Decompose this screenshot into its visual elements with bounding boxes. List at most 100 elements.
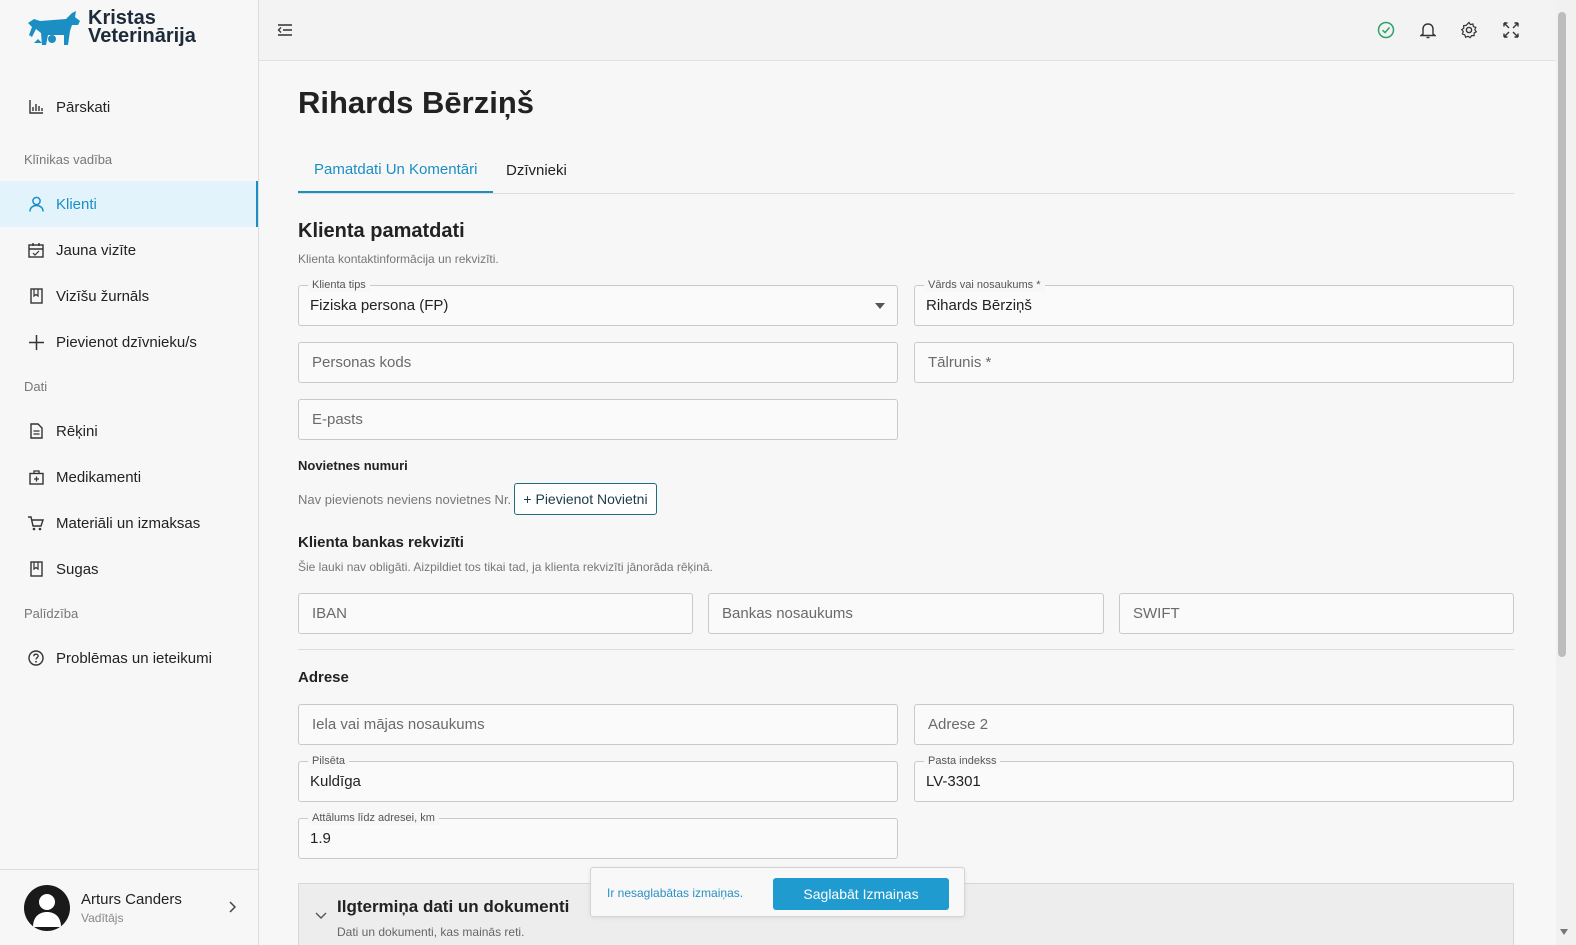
sidebar-item-label: Pievienot dzīvnieku/s bbox=[56, 333, 197, 351]
city-field[interactable]: Pilsēta Kuldīga bbox=[298, 754, 898, 802]
field-placeholder: Bankas nosaukums bbox=[722, 605, 853, 622]
sidebar-item-sugas[interactable]: Sugas bbox=[0, 546, 258, 592]
personal-code-field[interactable]: Personas kods bbox=[298, 342, 898, 383]
postal-code-field[interactable]: Pasta indekss LV-3301 bbox=[914, 754, 1514, 802]
chevron-right-icon[interactable] bbox=[228, 900, 237, 916]
client-type-select[interactable]: Klienta tips Fiziska persona (FP) bbox=[298, 278, 898, 326]
sidebar-item-materiali[interactable]: Materiāli un izmaksas bbox=[0, 500, 258, 546]
user-profile[interactable]: Arturs Canders Vadītājs bbox=[0, 869, 258, 945]
sidebar-item-klienti[interactable]: Klienti bbox=[0, 181, 258, 227]
main-content: Rihards Bērziņš Pamatdati Un Komentāri D… bbox=[259, 61, 1556, 945]
field-placeholder: E-pasts bbox=[312, 411, 363, 428]
sidebar-item-parskati[interactable]: Pārskati bbox=[0, 84, 258, 130]
client-name-field[interactable]: Vārds vai nosaukums * Rihards Bērziņš bbox=[914, 278, 1514, 326]
help-circle-icon bbox=[28, 650, 44, 666]
book-icon bbox=[28, 561, 44, 577]
save-button[interactable]: Saglabāt Izmaiņas bbox=[773, 878, 949, 910]
field-label: Pilsēta bbox=[308, 754, 350, 768]
user-name: Arturs Canders bbox=[81, 890, 182, 908]
tab-pamatdati[interactable]: Pamatdati Un Komentāri bbox=[298, 148, 494, 193]
sidebar-item-label: Rēķini bbox=[56, 422, 98, 440]
field-value: Fiziska persona (FP) bbox=[310, 297, 449, 314]
sidebar-item-label: Materiāli un izmaksas bbox=[56, 514, 201, 532]
address-title: Adrese bbox=[298, 669, 349, 686]
document-icon bbox=[28, 423, 44, 439]
cart-icon bbox=[28, 515, 44, 531]
street-field[interactable]: Iela vai mājas nosaukums bbox=[298, 704, 898, 745]
field-label: Klienta tips bbox=[308, 278, 370, 292]
section-data: Dati bbox=[24, 379, 48, 394]
menu-collapse-icon[interactable] bbox=[275, 20, 295, 40]
field-value: 1.9 bbox=[310, 830, 331, 847]
field-label: Pasta indekss bbox=[924, 754, 1001, 768]
sidebar-item-label: Pārskati bbox=[56, 98, 111, 116]
field-value: LV-3301 bbox=[926, 773, 981, 790]
medical-kit-icon bbox=[28, 469, 44, 485]
book-icon bbox=[28, 288, 44, 304]
field-value: Rihards Bērziņš bbox=[926, 297, 1032, 314]
email-field[interactable]: E-pasts bbox=[298, 399, 898, 440]
cow-logo-icon bbox=[28, 11, 80, 45]
tab-bar: Pamatdati Un Komentāri Dzīvnieki bbox=[298, 148, 1514, 194]
address2-field[interactable]: Adrese 2 bbox=[914, 704, 1514, 745]
field-placeholder: Tālrunis * bbox=[928, 354, 992, 371]
sidebar-item-label: Vizīšu žurnāls bbox=[56, 287, 150, 305]
page-title: Rihards Bērziņš bbox=[298, 85, 535, 120]
check-circle-icon[interactable] bbox=[1376, 20, 1396, 40]
field-label: Attālums līdz adresei, km bbox=[308, 811, 439, 825]
brand-line2: Veterinārija bbox=[88, 25, 196, 47]
bell-icon[interactable] bbox=[1418, 20, 1438, 40]
sidebar-item-medikamenti[interactable]: Medikamenti bbox=[0, 454, 258, 500]
tab-dzivnieki[interactable]: Dzīvnieki bbox=[490, 148, 583, 193]
scroll-down-arrow-icon[interactable] bbox=[1559, 928, 1569, 936]
chevron-down-icon[interactable] bbox=[315, 908, 327, 923]
sidebar-item-label: Jauna vizīte bbox=[56, 241, 137, 259]
field-placeholder: SWIFT bbox=[1133, 605, 1180, 622]
scrollbar-thumb[interactable] bbox=[1558, 12, 1566, 657]
bank-hint: Šie lauki nav obligāti. Aizpildiet tos t… bbox=[298, 560, 713, 574]
add-premises-button[interactable]: + Pievienot Novietni bbox=[514, 483, 657, 515]
user-role: Vadītājs bbox=[81, 910, 124, 925]
unsaved-changes-bar: Ir nesaglabātas izmaiņas. Saglabāt Izmai… bbox=[590, 867, 965, 917]
calendar-icon bbox=[28, 242, 44, 258]
field-placeholder: IBAN bbox=[312, 605, 348, 622]
section-title-client: Klienta pamatdati bbox=[298, 220, 465, 242]
section-hint-client: Klienta kontaktinformācija un rekvizīti. bbox=[298, 252, 499, 266]
brand-name: Kristas Veterinārija bbox=[88, 8, 196, 47]
phone-field[interactable]: Tālrunis * bbox=[914, 342, 1514, 383]
bank-title: Klienta bankas rekvizīti bbox=[298, 534, 464, 551]
bar-chart-icon bbox=[28, 99, 44, 115]
bank-name-field[interactable]: Bankas nosaukums bbox=[708, 593, 1104, 634]
field-label: Vārds vai nosaukums * bbox=[924, 278, 1045, 292]
field-placeholder: Iela vai mājas nosaukums bbox=[312, 716, 485, 733]
unsaved-text: Ir nesaglabātas izmaiņas. bbox=[607, 886, 744, 900]
caret-down-icon bbox=[875, 303, 885, 309]
sidebar-item-problemas[interactable]: Problēmas un ieteikumi bbox=[0, 635, 258, 681]
premises-empty-text: Nav pievienots neviens novietnes Nr. bbox=[298, 492, 512, 507]
field-value: Kuldīga bbox=[310, 773, 361, 790]
sidebar-item-rekini[interactable]: Rēķini bbox=[0, 408, 258, 454]
section-help: Palīdzība bbox=[24, 606, 79, 621]
sidebar-item-label: Sugas bbox=[56, 560, 99, 578]
plus-icon bbox=[28, 334, 44, 350]
premises-title: Novietnes numuri bbox=[298, 458, 408, 473]
user-icon bbox=[28, 196, 44, 212]
sidebar-item-vizitu-zurnals[interactable]: Vizīšu žurnāls bbox=[0, 273, 258, 319]
fullscreen-icon[interactable] bbox=[1501, 20, 1521, 40]
longterm-subtitle: Dati un dokumenti, kas mainās reti. bbox=[337, 925, 525, 939]
section-clinic: Klīnikas vadība bbox=[24, 152, 113, 167]
brand-logo[interactable]: Kristas Veterinārija bbox=[26, 8, 196, 47]
sidebar-item-label: Klienti bbox=[56, 195, 97, 213]
sidebar-item-jauna-vizite[interactable]: Jauna vizīte bbox=[0, 227, 258, 273]
iban-field[interactable]: IBAN bbox=[298, 593, 693, 634]
divider bbox=[298, 649, 1514, 650]
gear-icon[interactable] bbox=[1459, 20, 1479, 40]
distance-field[interactable]: Attālums līdz adresei, km 1.9 bbox=[298, 811, 898, 859]
top-bar bbox=[259, 0, 1556, 61]
field-placeholder: Adrese 2 bbox=[928, 716, 989, 733]
sidebar-item-pievienot-dzivnieku[interactable]: Pievienot dzīvnieku/s bbox=[0, 319, 258, 365]
sidebar-item-label: Problēmas un ieteikumi bbox=[56, 649, 212, 667]
avatar bbox=[24, 884, 70, 931]
field-placeholder: Personas kods bbox=[312, 354, 412, 371]
swift-field[interactable]: SWIFT bbox=[1119, 593, 1514, 634]
